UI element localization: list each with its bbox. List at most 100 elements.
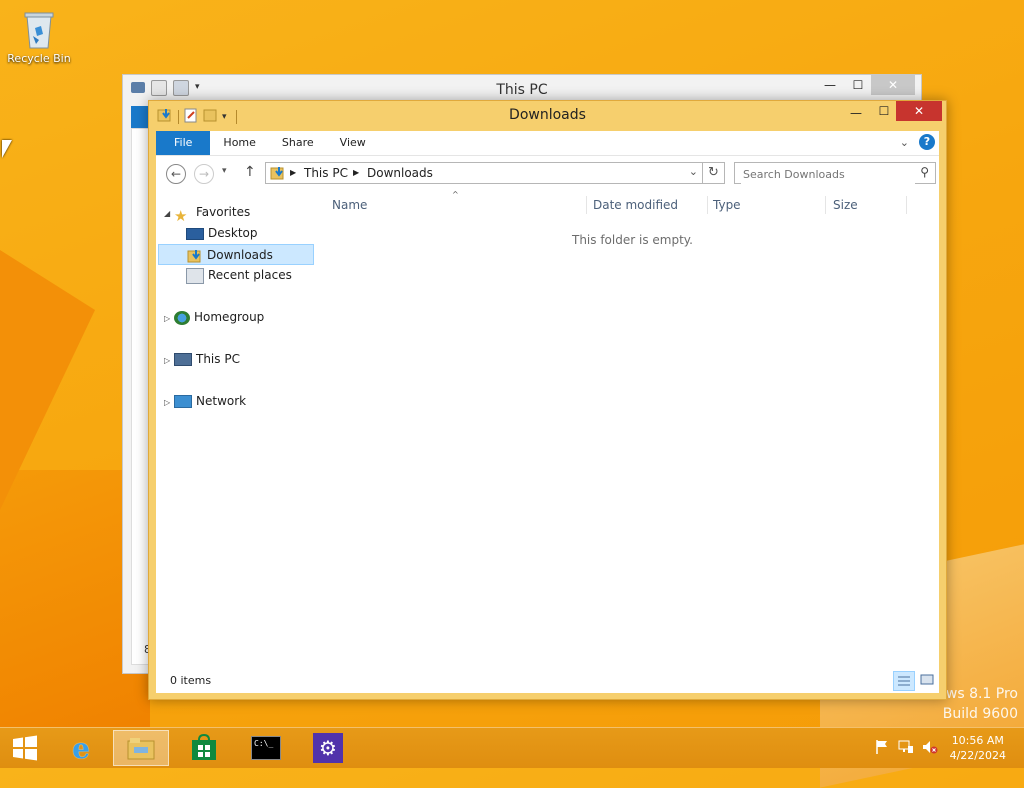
tree-item-favorites[interactable]: ◢ ★ Favorites [164, 202, 251, 225]
network-status-icon[interactable] [898, 739, 914, 755]
downloads-folder-icon [270, 166, 286, 183]
tree-label: Favorites [196, 205, 251, 219]
large-icons-view-icon [920, 674, 934, 685]
column-header-size[interactable]: Size [833, 198, 858, 212]
expand-arrow-icon[interactable]: ▷ [164, 350, 174, 371]
details-view-button[interactable] [893, 671, 915, 691]
mouse-cursor [2, 140, 12, 158]
star-icon: ★ [174, 206, 188, 225]
network-icon [174, 395, 192, 408]
column-divider[interactable] [707, 196, 708, 214]
column-divider[interactable] [825, 196, 826, 214]
recycle-bin-shortcut[interactable]: Recycle Bin [6, 8, 72, 65]
search-box[interactable]: ⚲ [734, 162, 936, 184]
tab-home[interactable]: Home [210, 131, 268, 155]
tree-label: Desktop [208, 226, 258, 240]
maximize-button[interactable]: ☐ [869, 101, 899, 121]
tab-file[interactable]: File [156, 131, 211, 155]
navigation-bar: ← → ▾ ↑ ▶ This PC ▶ Downloads ⌄ ↻ ⚲ [156, 156, 939, 192]
taskbar-command-prompt[interactable]: C:\_ [238, 730, 294, 766]
tree-item-recent-places[interactable]: Recent places [186, 265, 292, 286]
item-count: 0 items [170, 674, 212, 687]
minimize-button[interactable]: — [841, 103, 871, 123]
tab-share[interactable]: Share [269, 131, 327, 155]
ribbon-tabs: File Home Share View ⌄ ? [156, 131, 939, 156]
file-explorer-icon [127, 738, 155, 760]
search-input[interactable] [741, 164, 915, 184]
search-icon[interactable]: ⚲ [920, 165, 929, 179]
column-header-type[interactable]: Type [713, 198, 741, 212]
navigation-pane: ◢ ★ Favorites Desktop Downloads Recent pla… [156, 192, 316, 669]
store-icon [192, 734, 216, 760]
column-divider[interactable] [586, 196, 587, 214]
tree-item-downloads[interactable]: Downloads [158, 244, 314, 265]
tree-label: This PC [196, 352, 240, 366]
homegroup-icon [174, 310, 190, 325]
start-button[interactable] [0, 730, 50, 766]
tree-label: Network [196, 394, 247, 408]
large-icons-view-button[interactable] [917, 671, 939, 691]
breadcrumb-chevron-icon[interactable]: ▶ [353, 168, 359, 177]
tree-item-homegroup[interactable]: ▷ Homegroup [164, 307, 264, 328]
recent-locations-chevron-icon[interactable]: ▾ [222, 166, 227, 176]
tree-item-desktop[interactable]: Desktop [186, 223, 258, 244]
back-button[interactable]: ← [166, 164, 186, 184]
command-prompt-text: C:\_ [254, 739, 274, 748]
breadcrumb-this-pc[interactable]: This PC [304, 166, 348, 180]
title-bar[interactable]: ▾ Downloads — ☐ ✕ [149, 101, 946, 131]
downloads-folder-icon [187, 249, 203, 263]
breadcrumb-chevron-icon[interactable]: ▶ [290, 168, 296, 177]
expand-ribbon-chevron-icon[interactable]: ⌄ [900, 136, 909, 149]
windows-watermark: ows 8.1 Pro Build 9600 [937, 684, 1018, 724]
tab-view[interactable]: View [327, 131, 379, 155]
close-button[interactable]: ✕ [871, 75, 915, 95]
status-bar: 0 items [156, 669, 939, 693]
tree-label: Homegroup [194, 310, 265, 324]
address-bar[interactable]: ▶ This PC ▶ Downloads ⌄ [265, 162, 703, 184]
command-prompt-icon: C:\_ [251, 736, 281, 760]
minimize-button[interactable]: — [815, 75, 845, 95]
column-header-date-modified[interactable]: Date modified [593, 198, 678, 212]
wallpaper-shape [0, 250, 95, 510]
clock-time: 10:56 AM [951, 734, 1004, 747]
recycle-bin-label: Recycle Bin [7, 52, 71, 65]
close-button[interactable]: ✕ [896, 101, 942, 121]
tree-item-this-pc[interactable]: ▷ This PC [164, 349, 240, 370]
watermark-edition: ows 8.1 Pro [937, 686, 1018, 702]
details-view-icon [898, 676, 910, 686]
volume-muted-icon[interactable] [922, 739, 938, 755]
expand-arrow-icon[interactable]: ▷ [164, 308, 174, 329]
title-bar[interactable]: ▾ This PC — ☐ ✕ [123, 75, 921, 101]
explorer-content: ◢ ★ Favorites Desktop Downloads Recent pla… [156, 190, 939, 669]
recent-places-icon [186, 267, 204, 284]
breadcrumb-downloads[interactable]: Downloads [367, 166, 433, 180]
collapse-arrow-icon[interactable]: ◢ [164, 203, 174, 224]
taskbar-settings[interactable]: ⚙ [300, 730, 356, 766]
column-header-name[interactable]: Name [332, 198, 367, 212]
internet-explorer-icon: e [72, 731, 90, 765]
tree-item-network[interactable]: ▷ Network [164, 391, 246, 412]
help-icon[interactable]: ? [919, 134, 935, 150]
action-center-flag-icon[interactable] [874, 739, 890, 755]
system-clock[interactable]: 10:56 AM 4/22/2024 [950, 733, 1006, 763]
tree-label: Recent places [208, 268, 292, 282]
windows-logo-icon [13, 735, 37, 761]
maximize-button[interactable]: ☐ [843, 75, 873, 95]
taskbar-internet-explorer[interactable]: e [53, 730, 109, 766]
desktop-icon [186, 227, 204, 240]
window-title: Downloads [509, 107, 586, 123]
expand-arrow-icon[interactable]: ▷ [164, 392, 174, 413]
empty-folder-message: This folder is empty. [572, 233, 693, 247]
address-dropdown-chevron-icon[interactable]: ⌄ [689, 165, 698, 178]
taskbar-store[interactable] [176, 730, 232, 766]
up-arrow-icon[interactable]: ↑ [244, 164, 256, 180]
file-list: ^ Name Date modified Type Size This fold… [326, 190, 939, 669]
computer-icon [174, 353, 192, 366]
clock-date: 4/22/2024 [949, 749, 1006, 762]
taskbar: e C:\_ ⚙ 10:56 AM 4/22/2024 [0, 727, 1024, 768]
taskbar-file-explorer[interactable] [113, 730, 169, 766]
downloads-window[interactable]: ▾ Downloads — ☐ ✕ File Home Share View ⌄ ? … [148, 100, 947, 700]
column-divider[interactable] [906, 196, 907, 214]
refresh-button[interactable]: ↻ [703, 162, 725, 184]
forward-button[interactable]: → [194, 164, 214, 184]
